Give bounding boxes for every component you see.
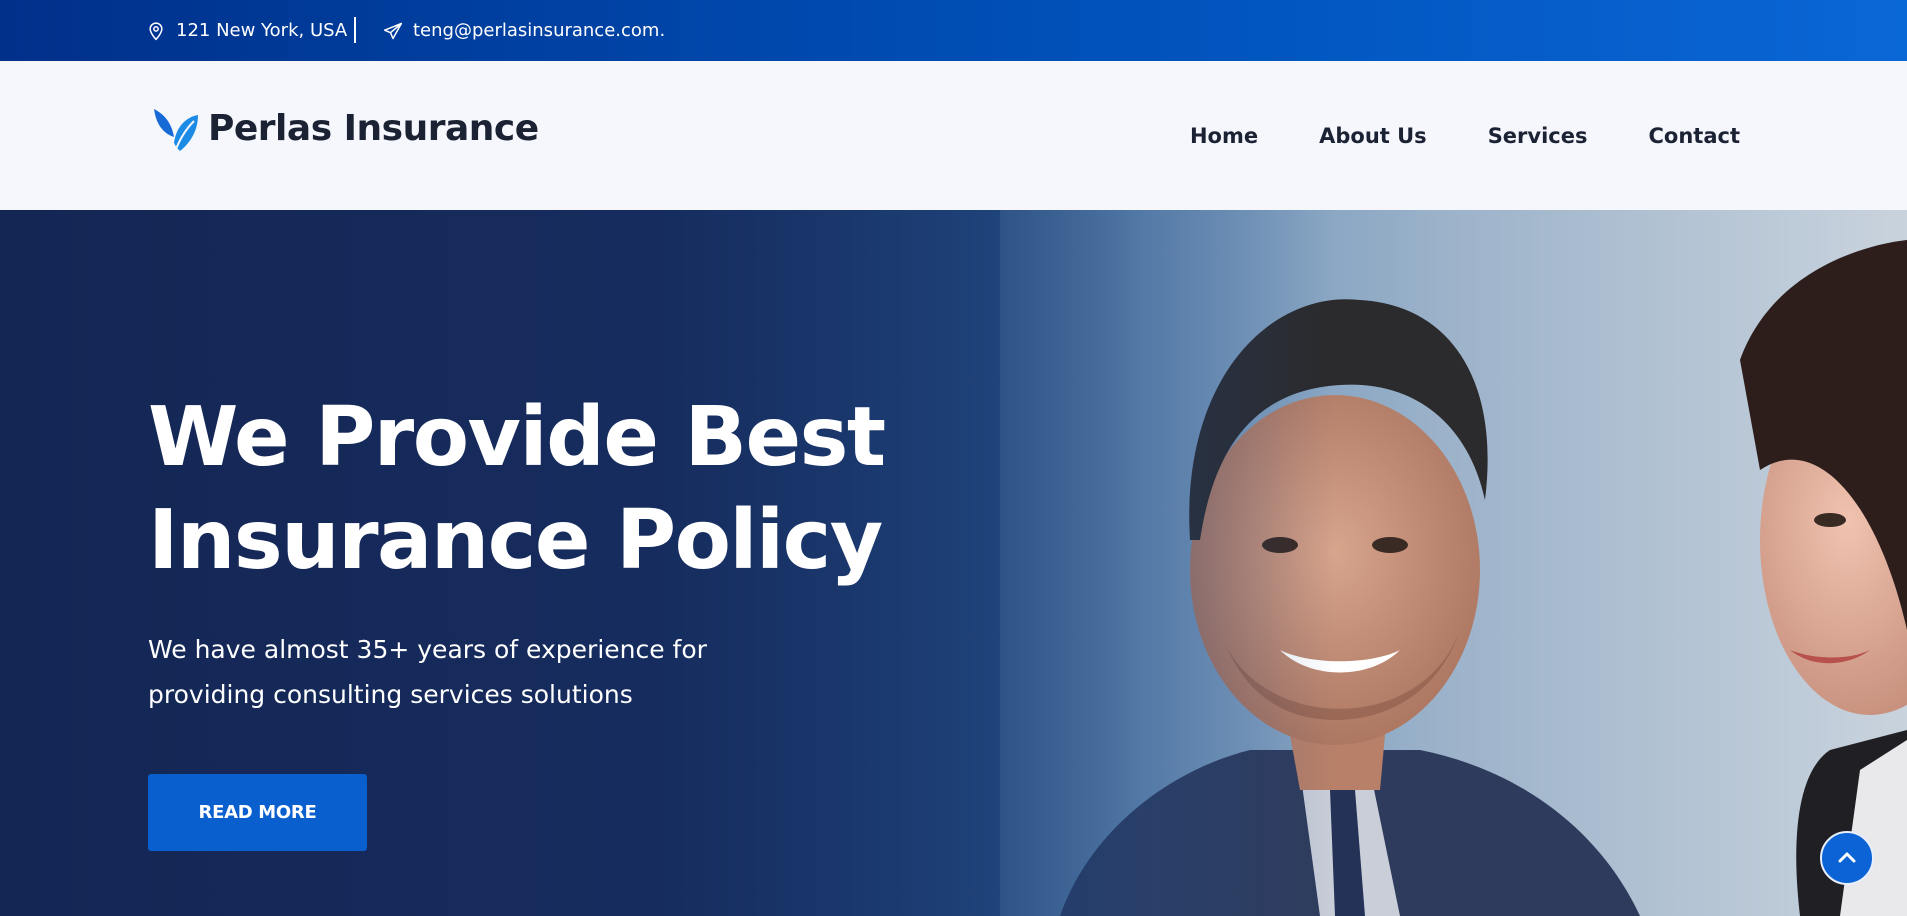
nav-services[interactable]: Services bbox=[1488, 124, 1588, 148]
email-text[interactable]: teng@perlasinsurance.com. bbox=[413, 20, 665, 41]
chevron-up-icon bbox=[1838, 852, 1856, 863]
hero-section: We Provide Best Insurance Policy We have… bbox=[0, 210, 1907, 916]
brand-name: Perlas Insurance bbox=[208, 107, 539, 149]
nav-home[interactable]: Home bbox=[1190, 124, 1258, 148]
hero-description-line1: We have almost 35+ years of experience f… bbox=[148, 635, 707, 664]
hero-description-line2: providing consulting services solutions bbox=[148, 680, 633, 709]
email-info[interactable]: teng@perlasinsurance.com. bbox=[383, 0, 665, 61]
address-info: 121 New York, USA bbox=[146, 0, 347, 61]
scroll-to-top-button[interactable] bbox=[1820, 831, 1874, 885]
hero-description: We have almost 35+ years of experience f… bbox=[148, 627, 708, 717]
paper-plane-icon bbox=[383, 22, 403, 39]
nav-about-us[interactable]: About Us bbox=[1319, 124, 1427, 148]
main-nav: Home About Us Services Contact bbox=[1190, 61, 1740, 210]
hero-title-line1: We Provide Best bbox=[148, 390, 886, 485]
top-info-bar: 121 New York, USA teng@perlasinsurance.c… bbox=[0, 0, 1907, 61]
leaf-logo-icon bbox=[154, 109, 198, 151]
nav-contact[interactable]: Contact bbox=[1649, 124, 1741, 148]
map-pin-icon bbox=[149, 21, 163, 40]
hero-title-line2: Insurance Policy bbox=[148, 493, 883, 588]
address-text: 121 New York, USA bbox=[176, 20, 348, 41]
topbar-divider bbox=[354, 17, 356, 43]
brand-logo[interactable]: Perlas Insurance bbox=[152, 103, 539, 153]
hero-title: We Provide Best Insurance Policy bbox=[148, 386, 908, 592]
main-header: Perlas Insurance Home About Us Services … bbox=[0, 61, 1907, 210]
read-more-button[interactable]: READ MORE bbox=[148, 774, 367, 851]
